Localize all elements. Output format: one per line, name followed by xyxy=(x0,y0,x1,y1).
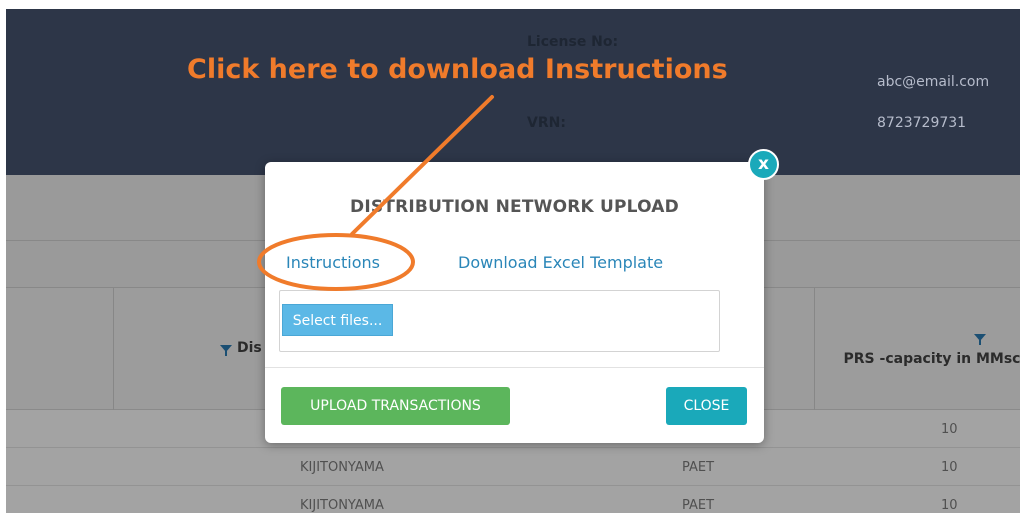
annotation-circle xyxy=(257,233,415,291)
annotation-arrow xyxy=(350,95,494,236)
app-frame: License No: VRN: abc@email.com 872372973… xyxy=(6,9,1020,513)
annotation-callout: Click here to download Instructions xyxy=(187,54,728,85)
